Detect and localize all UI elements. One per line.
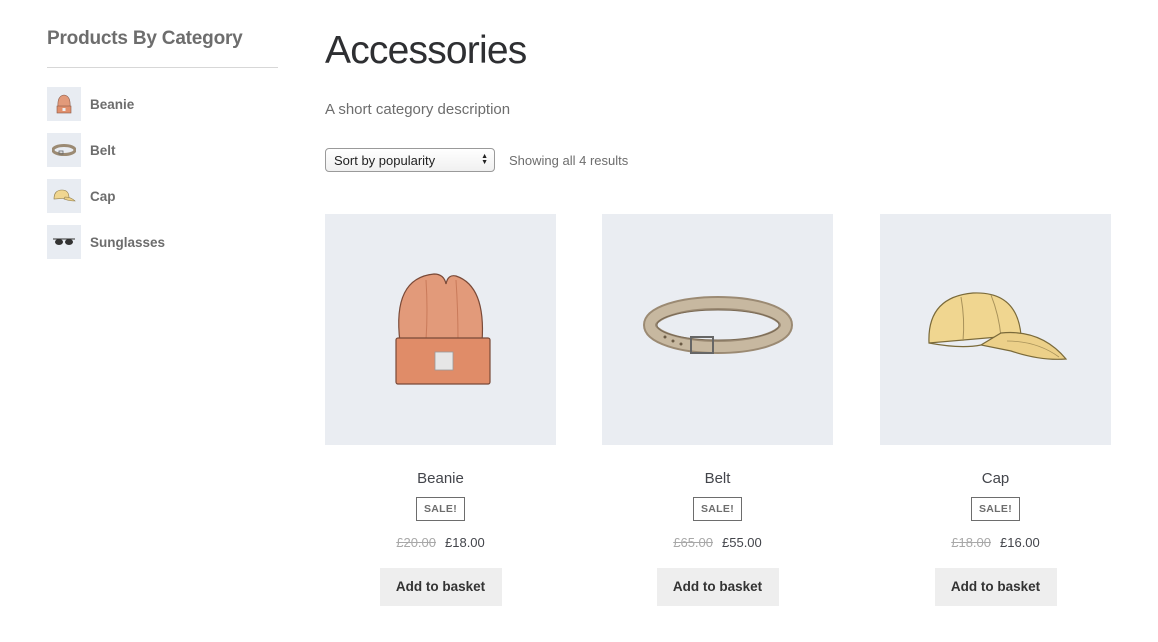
sidebar: Products By Category Beanie Belt Cap Sun… (47, 28, 278, 271)
price: £20.00 £18.00 (325, 535, 556, 550)
product-title[interactable]: Cap (880, 470, 1111, 487)
add-to-basket-button[interactable]: Add to basket (379, 568, 502, 606)
add-to-basket-button[interactable]: Add to basket (656, 568, 779, 606)
result-count: Showing all 4 results (509, 152, 629, 168)
beanie-image[interactable] (325, 214, 556, 445)
old-price: £20.00 (396, 535, 436, 550)
page-title: Accessories (325, 29, 527, 72)
cap-image[interactable] (880, 214, 1111, 445)
widget-title: Products By Category (47, 28, 278, 68)
belt-icon (47, 133, 81, 167)
beanie-icon (47, 87, 81, 121)
sale-badge: SALE! (416, 497, 465, 521)
sale-price: £55.00 (722, 535, 762, 550)
belt-image[interactable] (602, 214, 833, 445)
sidebar-item-belt[interactable]: Belt (47, 133, 278, 167)
old-price: £65.00 (673, 535, 713, 550)
product-grid: Beanie SALE! £20.00 £18.00 Add to basket (325, 214, 1115, 614)
product-title[interactable]: Beanie (325, 470, 556, 487)
sidebar-item-label: Belt (90, 142, 116, 158)
sale-price: £18.00 (445, 535, 485, 550)
sidebar-item-label: Sunglasses (90, 234, 166, 250)
product-card: Beanie SALE! £20.00 £18.00 Add to basket (325, 214, 556, 606)
cap-icon (47, 179, 81, 213)
old-price: £18.00 (951, 535, 991, 550)
sidebar-item-label: Cap (90, 188, 116, 204)
sunglasses-icon (47, 225, 81, 259)
product-title[interactable]: Belt (602, 470, 833, 487)
sort-select-value: Sort by popularity (334, 152, 436, 168)
shop-toolbar: Sort by popularity ▲ ▼ Showing all 4 resu… (325, 148, 1115, 172)
sale-badge: SALE! (693, 497, 742, 521)
sort-select[interactable]: Sort by popularity ▲ ▼ (325, 148, 495, 172)
add-to-basket-button[interactable]: Add to basket (934, 568, 1057, 606)
sidebar-item-sunglasses[interactable]: Sunglasses (47, 225, 278, 259)
sidebar-item-cap[interactable]: Cap (47, 179, 278, 213)
sidebar-item-label: Beanie (90, 96, 135, 112)
category-list: Beanie Belt Cap Sunglasses (47, 87, 278, 259)
product-card: Belt SALE! £65.00 £55.00 Add to basket (602, 214, 833, 606)
category-description: A short category description (325, 101, 511, 118)
updown-arrows-icon: ▲ ▼ (481, 153, 488, 166)
product-card: Cap SALE! £18.00 £16.00 Add to basket (880, 214, 1111, 606)
sale-price: £16.00 (1000, 535, 1040, 550)
price: £65.00 £55.00 (602, 535, 833, 550)
sale-badge: SALE! (971, 497, 1020, 521)
main-content: Accessories A short category description… (325, 28, 1115, 606)
sidebar-item-beanie[interactable]: Beanie (47, 87, 278, 121)
price: £18.00 £16.00 (880, 535, 1111, 550)
